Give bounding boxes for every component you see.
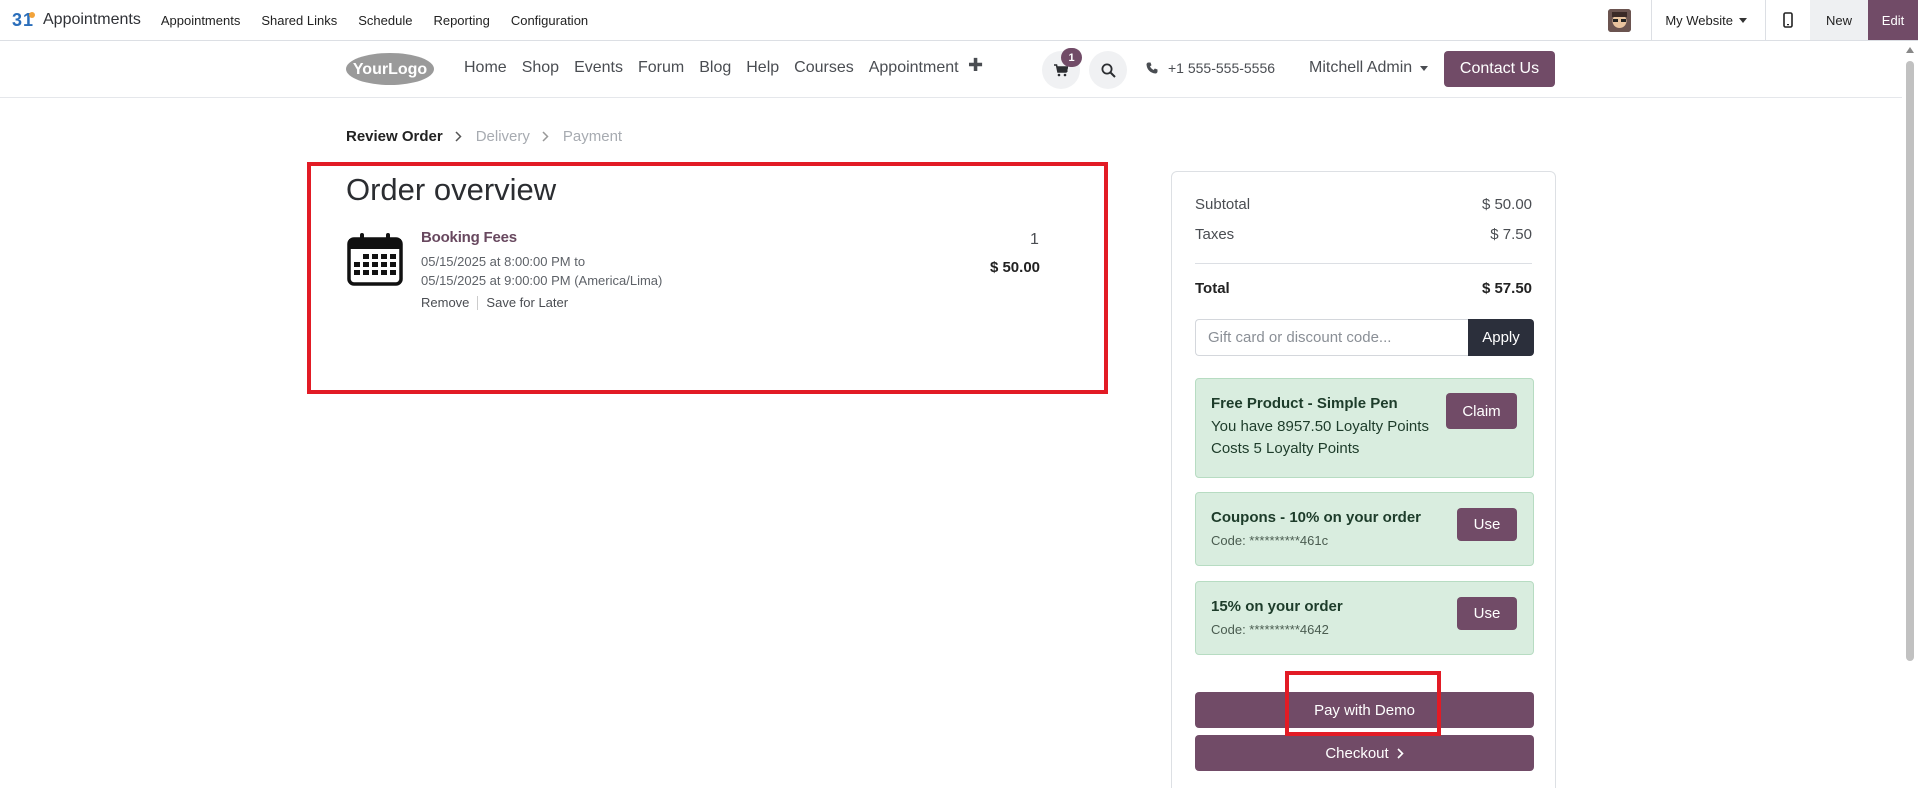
cart-count-badge: 1 [1061, 48, 1082, 67]
claim-reward-button[interactable]: Claim [1446, 393, 1517, 429]
nav-blog[interactable]: Blog [699, 59, 731, 77]
menu-reporting[interactable]: Reporting [433, 13, 489, 28]
menu-shared-links[interactable]: Shared Links [261, 13, 337, 28]
nav-help[interactable]: Help [746, 59, 779, 77]
app-logo-icon: 3 1 [12, 10, 35, 30]
reward-free-product: Free Product - Simple Pen You have 8957.… [1195, 378, 1534, 478]
taxes-row: Taxes $ 7.50 [1195, 226, 1532, 243]
plus-icon[interactable]: ✚ [968, 55, 983, 76]
reward-coupon-15: 15% on your order Code: **********4642 U… [1195, 581, 1534, 655]
step-delivery: Delivery [475, 128, 530, 145]
website-selector[interactable]: My Website [1652, 13, 1765, 28]
subtotal-label: Subtotal [1195, 196, 1251, 213]
new-button[interactable]: New [1810, 0, 1868, 40]
product-name-link[interactable]: Booking Fees [421, 229, 517, 246]
odoo-top-bar: 3 1 Appointments Appointments Shared Lin… [0, 0, 1918, 41]
reward-title: 15% on your order [1211, 598, 1343, 615]
logo-text: YourLogo [353, 61, 428, 78]
order-overview-title: Order overview [346, 172, 557, 207]
search-icon [1101, 63, 1116, 78]
caret-down-icon [1420, 65, 1429, 71]
checkout-button[interactable]: Checkout [1195, 735, 1534, 771]
use-coupon-button[interactable]: Use [1457, 597, 1517, 630]
step-review-order[interactable]: Review Order [346, 128, 443, 145]
appointments-app-icon[interactable]: 3 1 [12, 9, 38, 31]
item-quantity: 1 [1030, 231, 1039, 248]
search-button[interactable] [1089, 51, 1127, 89]
caret-down-icon [1739, 17, 1747, 23]
nav-shop[interactable]: Shop [522, 59, 559, 77]
taxes-label: Taxes [1195, 226, 1235, 243]
edit-button[interactable]: Edit [1868, 0, 1918, 40]
reward-code: Code: **********461c [1211, 533, 1329, 548]
promo-code-form: Apply [1195, 319, 1534, 356]
total-value: $ 57.50 [1481, 280, 1532, 297]
booking-end-time: 05/15/2025 at 9:00:00 PM (America/Lima) [421, 273, 663, 288]
use-coupon-button[interactable]: Use [1457, 508, 1517, 541]
user-avatar[interactable] [1608, 8, 1632, 32]
reward-coupon-10: Coupons - 10% on your order Code: ******… [1195, 492, 1534, 566]
app-name[interactable]: Appointments [43, 11, 141, 29]
reward-title: Free Product - Simple Pen [1211, 395, 1398, 412]
divider [477, 295, 479, 310]
phone-link[interactable]: +1 555-555-5556 [1146, 60, 1275, 76]
booking-start-time: 05/15/2025 at 8:00:00 PM to [421, 254, 586, 269]
taxes-value: $ 7.50 [1490, 226, 1532, 243]
page-scrollbar[interactable] [1902, 41, 1918, 788]
remove-item-link[interactable]: Remove [421, 295, 469, 310]
reward-title: Coupons - 10% on your order [1211, 509, 1422, 526]
user-name: Mitchell Admin [1309, 59, 1413, 76]
save-for-later-link[interactable]: Save for Later [486, 295, 568, 310]
subtotal-value: $ 50.00 [1481, 196, 1532, 213]
total-row: Total $ 57.50 [1195, 280, 1532, 297]
divider [1195, 263, 1532, 264]
reward-points-balance: You have 8957.50 Loyalty Points [1211, 418, 1429, 435]
scroll-up-arrow-icon[interactable] [1906, 47, 1914, 53]
chevron-right-icon [455, 131, 462, 142]
site-nav: Home Shop Events Forum Blog Help Courses… [464, 59, 974, 77]
item-actions: Remove Save for Later [421, 295, 568, 310]
nav-courses[interactable]: Courses [794, 59, 854, 77]
user-menu[interactable]: Mitchell Admin [1309, 59, 1429, 77]
phone-number: +1 555-555-5556 [1168, 60, 1276, 76]
chevron-right-icon [542, 131, 549, 142]
website-header: YourLogo Home Shop Events Forum Blog Hel… [0, 41, 1902, 98]
step-payment: Payment [562, 128, 623, 145]
mobile-preview-button[interactable] [1766, 12, 1810, 28]
checkout-label: Checkout [1325, 744, 1389, 762]
nav-home[interactable]: Home [464, 59, 507, 77]
reward-cost: Costs 5 Loyalty Points [1211, 440, 1360, 457]
calendar-icon [347, 233, 403, 286]
nav-appointment[interactable]: Appointment [869, 59, 959, 77]
top-menu: Appointments Shared Links Schedule Repor… [161, 13, 609, 28]
promo-code-input[interactable] [1195, 319, 1468, 356]
subtotal-row: Subtotal $ 50.00 [1195, 196, 1532, 213]
contact-us-button[interactable]: Contact Us [1444, 51, 1555, 87]
phone-icon [1146, 62, 1158, 74]
chevron-right-icon [1397, 747, 1404, 759]
scroll-thumb[interactable] [1906, 61, 1914, 661]
menu-schedule[interactable]: Schedule [358, 13, 412, 28]
reward-code: Code: **********4642 [1211, 622, 1329, 637]
website-selector-label: My Website [1665, 12, 1733, 28]
nav-forum[interactable]: Forum [638, 59, 684, 77]
mobile-icon [1783, 12, 1793, 28]
avatar-face-icon [1608, 8, 1632, 32]
total-label: Total [1195, 280, 1230, 297]
checkout-steps: Review Order Delivery Payment [346, 128, 622, 145]
menu-appointments[interactable]: Appointments [161, 13, 241, 28]
svg-text:3: 3 [12, 10, 22, 30]
menu-configuration[interactable]: Configuration [511, 13, 588, 28]
your-logo[interactable]: YourLogo [345, 52, 435, 86]
odoo-right-tools: My Website New Edit [1608, 0, 1918, 40]
pay-button-highlight [1285, 671, 1441, 736]
nav-events[interactable]: Events [574, 59, 623, 77]
item-price: $ 50.00 [989, 259, 1040, 276]
apply-promo-button[interactable]: Apply [1468, 319, 1534, 356]
